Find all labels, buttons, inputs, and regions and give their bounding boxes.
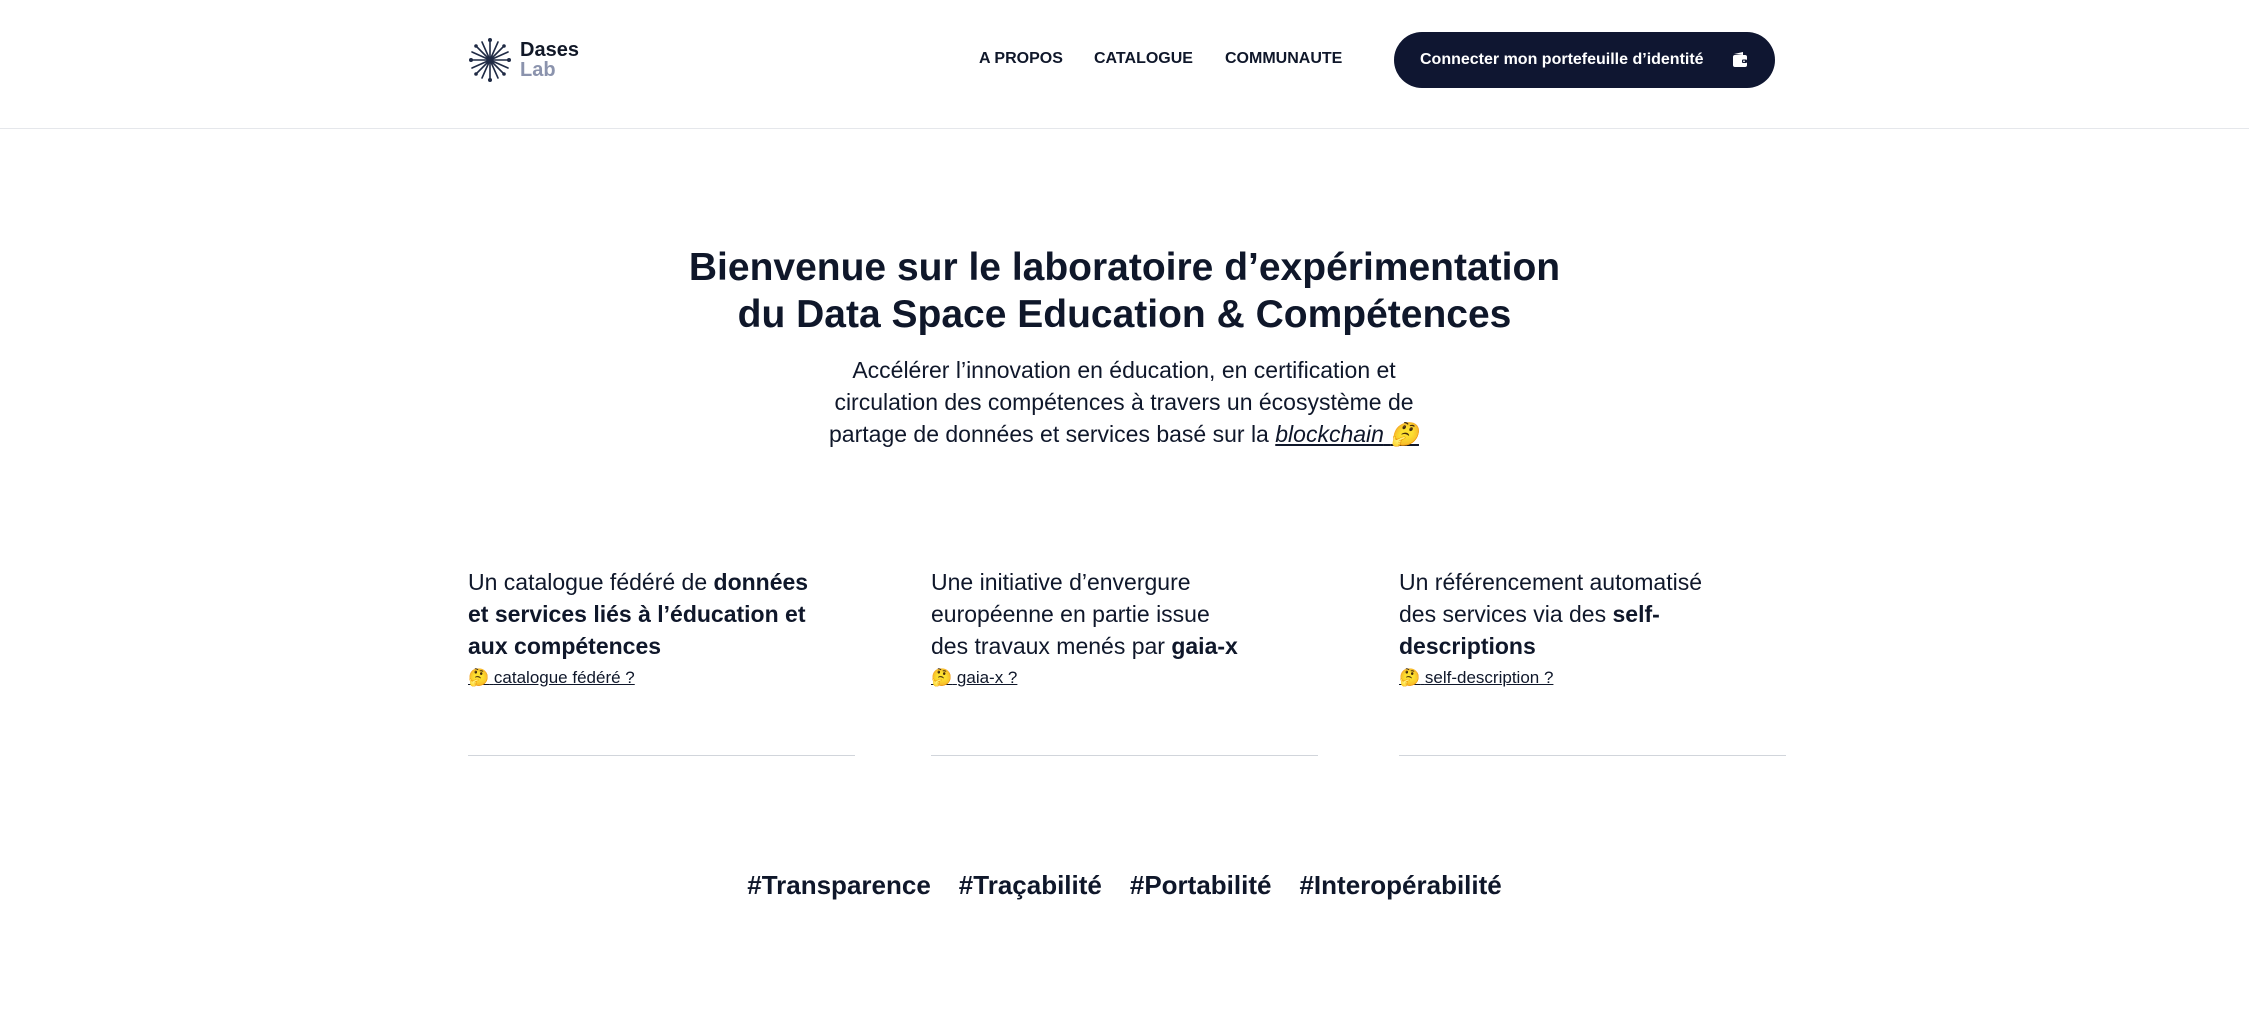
catalogue-federe-link[interactable]: 🤔 catalogue fédéré ? [468, 668, 635, 688]
feature-text-part: Un catalogue fédéré de [468, 569, 714, 595]
hero-title-line-2: du Data Space Education & Compétences [737, 293, 1512, 336]
feature-text-bold: gaia-x [1171, 633, 1238, 659]
feature-text-bold: aux compétences [468, 633, 662, 659]
nav-link-a-propos[interactable]: A PROPOS [979, 50, 1063, 68]
thinking-emoji-icon: 🤔 [1390, 421, 1419, 447]
connect-wallet-label: Connecter mon portefeuille d’identité [1420, 51, 1704, 68]
site-header: Dases Lab A PROPOS CATALOGUE COMMUNAUTE … [0, 0, 2249, 129]
feature-text: Un catalogue fédéré de données et servic… [468, 566, 858, 662]
hashtag-portabilite: #Portabilité [1129, 870, 1272, 900]
hashtag-interoperabilite: #Interopérabilité [1299, 870, 1502, 900]
feature-text-part: Un référencement automatisé [1399, 569, 1702, 595]
feature-link-label: catalogue fédéré ? [493, 668, 635, 687]
feature-text-bold: données [713, 569, 809, 595]
feature-text-bold: self- [1612, 601, 1660, 627]
logo-text-secondary: Lab [520, 59, 556, 81]
hashtag-list: #Transparence #Traçabilité #Portabilité … [0, 870, 2249, 901]
blockchain-link-label: blockchain [1275, 421, 1384, 447]
hero-subtitle-line-3: partage de données et services basé sur … [829, 421, 1276, 447]
hero-subtitle-line-2: circulation des compétences à travers un… [834, 389, 1414, 415]
wallet-icon [1733, 52, 1747, 67]
logo[interactable]: Dases Lab [468, 37, 579, 83]
hero-title-line-1: Bienvenue sur le laboratoire d’expérimen… [688, 246, 1561, 289]
feature-text-bold: et services liés à l’éducation et [468, 601, 806, 627]
feature-text-bold: descriptions [1399, 633, 1536, 659]
feature-link-label: gaia-x ? [956, 668, 1018, 687]
divider [1399, 755, 1786, 756]
blockchain-link[interactable]: blockchain 🤔 [1275, 421, 1419, 447]
feature-catalogue: Un catalogue fédéré de données et servic… [468, 566, 858, 756]
hashtag-transparence: #Transparence [747, 870, 931, 900]
feature-text-part: européenne en partie issue [931, 601, 1210, 627]
feature-text-part: Une initiative d’envergure [931, 569, 1191, 595]
hashtag-tracabilite: #Traçabilité [958, 870, 1102, 900]
thinking-emoji-icon: 🤔 [468, 668, 490, 687]
divider [468, 755, 855, 756]
gaia-x-link[interactable]: 🤔 gaia-x ? [931, 668, 1017, 688]
nav-link-catalogue[interactable]: CATALOGUE [1094, 50, 1193, 68]
hero-subtitle-line-1: Accélérer l’innovation en éducation, en … [852, 357, 1396, 383]
thinking-emoji-icon: 🤔 [1399, 668, 1421, 687]
logo-wordmark: Dases Lab [520, 40, 579, 80]
hero-title: Bienvenue sur le laboratoire d’expérimen… [0, 244, 2249, 338]
hero-subtitle: Accélérer l’innovation en éducation, en … [824, 354, 1424, 450]
divider [931, 755, 1318, 756]
logo-icon [469, 38, 511, 82]
feature-text-part: des travaux menés par [931, 633, 1172, 659]
thinking-emoji-icon: 🤔 [931, 668, 953, 687]
feature-text: Une initiative d’envergure européenne en… [931, 566, 1321, 662]
feature-self-descriptions: Un référencement automatisé des services… [1399, 566, 1789, 756]
feature-text: Un référencement automatisé des services… [1399, 566, 1789, 662]
feature-link-label: self-description ? [1424, 668, 1554, 687]
feature-gaia-x: Une initiative d’envergure européenne en… [931, 566, 1321, 756]
logo-text-primary: Dases [520, 39, 579, 61]
self-description-link[interactable]: 🤔 self-description ? [1399, 668, 1553, 688]
connect-wallet-button[interactable]: Connecter mon portefeuille d’identité [1394, 32, 1775, 88]
nav-link-communaute[interactable]: COMMUNAUTE [1225, 50, 1342, 68]
feature-text-part: des services via des [1399, 601, 1613, 627]
